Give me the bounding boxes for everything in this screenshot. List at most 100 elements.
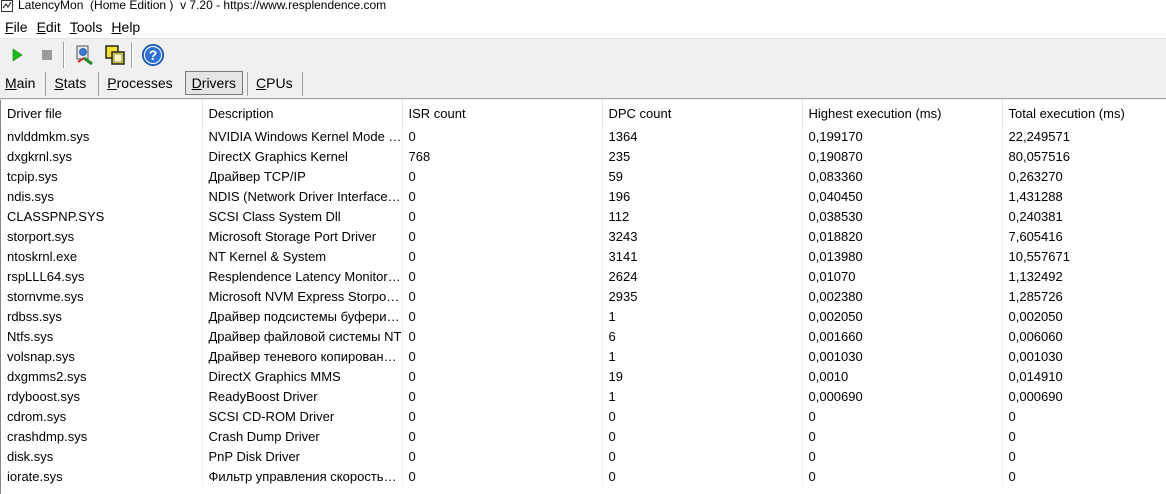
cell-highest-execution: 0,040450 xyxy=(802,186,1003,206)
cell-isr-count: 0 xyxy=(402,366,603,386)
cell-total-execution: 80,057516 xyxy=(1002,146,1166,166)
cell-isr-count: 0 xyxy=(402,166,603,186)
cell-dpc-count: 0 xyxy=(602,466,803,486)
cell-total-execution: 0 xyxy=(1002,426,1166,446)
table-row[interactable]: rspLLL64.sys Resplendence Latency Monitor… xyxy=(1,266,1166,286)
stop-monitor-button[interactable] xyxy=(34,42,60,68)
cell-driver-file: nvlddmkm.sys xyxy=(1,126,203,146)
cell-driver-file: tcpip.sys xyxy=(1,166,203,186)
cell-highest-execution: 0 xyxy=(802,406,1003,426)
table-row[interactable]: disk.sys PnP Disk Driver 0 0 0 0 xyxy=(1,446,1166,466)
column-header-description[interactable]: Description xyxy=(202,100,403,126)
table-row[interactable]: rdbss.sys Драйвер подсистемы буферизации 0… xyxy=(1,306,1166,326)
table-row[interactable]: ndis.sys NDIS (Network Driver Interface S… xyxy=(1,186,1166,206)
cell-driver-file: storport.sys xyxy=(1,226,203,246)
table-row[interactable]: Ntfs.sys Драйвер файловой системы NT 0 6 0,0… xyxy=(1,326,1166,346)
tab-cpus[interactable]: CPUs xyxy=(247,72,303,96)
cell-dpc-count: 59 xyxy=(602,166,803,186)
tab-stats[interactable]: Stats xyxy=(46,72,100,96)
cell-driver-file: stornvme.sys xyxy=(1,286,203,306)
cell-driver-file: iorate.sys xyxy=(1,466,203,486)
cell-highest-execution: 0 xyxy=(802,426,1003,446)
menu-edit[interactable]: Edit xyxy=(32,16,65,38)
cell-description: NVIDIA Windows Kernel Mode Driver xyxy=(202,126,403,146)
cell-dpc-count: 1 xyxy=(602,306,803,326)
table-row[interactable]: storport.sys Microsoft Storage Port Drive… xyxy=(1,226,1166,246)
cell-description: DirectX Graphics Kernel xyxy=(202,146,403,166)
cell-isr-count: 0 xyxy=(402,306,603,326)
cell-description: Драйвер теневого копирования тома xyxy=(202,346,403,366)
cell-dpc-count: 0 xyxy=(602,406,803,426)
cell-isr-count: 0 xyxy=(402,426,603,446)
cell-highest-execution: 0,083360 xyxy=(802,166,1003,186)
column-header-total-execution[interactable]: Total execution (ms) xyxy=(1002,100,1166,126)
cell-isr-count: 768 xyxy=(402,146,603,166)
cell-driver-file: rdyboost.sys xyxy=(1,386,203,406)
help-icon: ? xyxy=(142,44,164,66)
cell-isr-count: 0 xyxy=(402,346,603,366)
toolbar: ? xyxy=(0,38,1166,71)
cell-highest-execution: 0,038530 xyxy=(802,206,1003,226)
column-header-driver-file[interactable]: Driver file xyxy=(1,100,203,126)
help-button[interactable]: ? xyxy=(140,42,166,68)
copy-report-button[interactable] xyxy=(102,42,128,68)
table-row[interactable]: iorate.sysФильтр управления скоростью вв… xyxy=(1,466,1166,486)
column-header-highest-execution[interactable]: Highest execution (ms) xyxy=(802,100,1003,126)
table-row[interactable]: volsnap.sys Драйвер теневого копирования … xyxy=(1,346,1166,366)
cell-driver-file: rspLLL64.sys xyxy=(1,266,203,286)
toolbar-separator xyxy=(63,42,65,68)
cell-description: DirectX Graphics MMS xyxy=(202,366,403,386)
cell-isr-count: 0 xyxy=(402,206,603,226)
cell-driver-file: ntoskrnl.exe xyxy=(1,246,203,266)
cell-description: Resplendence Latency Monitoring xyxy=(202,266,403,286)
table-row[interactable]: ntoskrnl.exe NT Kernel & System 0 3141 0,013… xyxy=(1,246,1166,266)
column-header-isr-count[interactable]: ISR count xyxy=(402,100,603,126)
cell-description: Драйвер TCP/IP xyxy=(202,166,403,186)
cell-total-execution: 10,557671 xyxy=(1002,246,1166,266)
tab-processes[interactable]: Processes xyxy=(99,72,180,96)
cell-dpc-count: 112 xyxy=(602,206,803,226)
table-row[interactable]: dxgkrnl.sys DirectX Graphics Kernel 768 235… xyxy=(1,146,1166,166)
cell-description: Драйвер подсистемы буферизации xyxy=(202,306,403,326)
cell-total-execution: 0,000690 xyxy=(1002,386,1166,406)
cell-highest-execution: 0,018820 xyxy=(802,226,1003,246)
cell-dpc-count: 2624 xyxy=(602,266,803,286)
cell-total-execution: 1,431288 xyxy=(1002,186,1166,206)
menu-help[interactable]: Help xyxy=(106,16,144,38)
cell-driver-file: disk.sys xyxy=(1,446,203,466)
cell-dpc-count: 196 xyxy=(602,186,803,206)
cell-isr-count: 0 xyxy=(402,406,603,426)
menu-file[interactable]: File xyxy=(0,16,32,38)
menu-tools[interactable]: Tools xyxy=(65,16,107,38)
cell-total-execution: 0,263270 xyxy=(1002,166,1166,186)
drivers-table[interactable]: Driver file Description ISR count DPC co… xyxy=(0,100,1166,494)
cell-highest-execution: 0,0010 xyxy=(802,366,1003,386)
latencymon-window: LatencyMon (Home Edition ) v 7.20 - http… xyxy=(0,0,1166,494)
table-row[interactable]: rdyboost.sys ReadyBoost Driver 0 1 0,000690 0… xyxy=(1,386,1166,406)
column-header-dpc-count[interactable]: DPC count xyxy=(602,100,803,126)
table-row[interactable]: dxgmms2.sys DirectX Graphics MMS 0 19 0,0010… xyxy=(1,366,1166,386)
table-row[interactable]: tcpip.sys Драйвер TCP/IP 0 59 0,083360 0,2632… xyxy=(1,166,1166,186)
cell-description: Microsoft Storage Port Driver xyxy=(202,226,403,246)
cell-total-execution: 0,240381 xyxy=(1002,206,1166,226)
table-row[interactable]: cdrom.sys SCSI CD-ROM Driver 0 0 0 0 xyxy=(1,406,1166,426)
cell-driver-file: crashdmp.sys xyxy=(1,426,203,446)
cell-total-execution: 7,605416 xyxy=(1002,226,1166,246)
cell-isr-count: 0 xyxy=(402,186,603,206)
cell-dpc-count: 1364 xyxy=(602,126,803,146)
cell-isr-count: 0 xyxy=(402,126,603,146)
cell-isr-count: 0 xyxy=(402,266,603,286)
tab-main[interactable]: Main xyxy=(0,72,47,96)
table-row[interactable]: crashdmp.sys Crash Dump Driver 0 0 0 0 xyxy=(1,426,1166,446)
table-row[interactable]: nvlddmkm.sys NVIDIA Windows Kernel Mode D… xyxy=(1,126,1166,146)
start-monitor-button[interactable] xyxy=(4,42,30,68)
cell-description: Microsoft NVM Express Storport Miniport xyxy=(202,286,403,306)
cell-isr-count: 0 xyxy=(402,246,603,266)
tab-drivers[interactable]: Drivers xyxy=(184,71,244,95)
cell-highest-execution: 0 xyxy=(802,466,1003,486)
table-row[interactable]: stornvme.sys Microsoft NVM Express Storpo… xyxy=(1,286,1166,306)
cell-dpc-count: 0 xyxy=(602,446,803,466)
driver-properties-button[interactable] xyxy=(72,42,98,68)
table-row[interactable]: CLASSPNP.SYS SCSI Class System Dll 0 112 0,0… xyxy=(1,206,1166,226)
cell-total-execution: 0,006060 xyxy=(1002,326,1166,346)
